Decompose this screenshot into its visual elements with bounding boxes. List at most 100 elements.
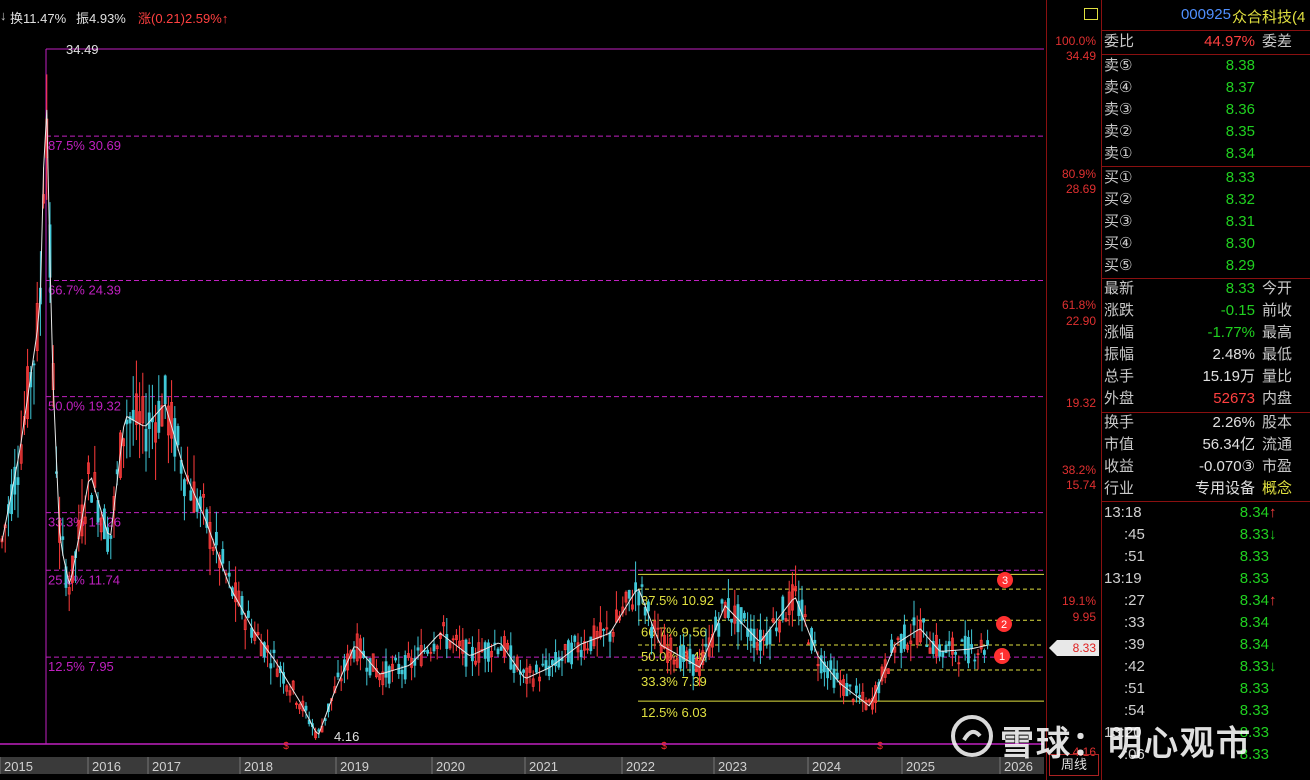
candle-body	[557, 657, 561, 668]
topbar-change: 涨(0.21)2.59%↑	[138, 11, 229, 26]
candle-body	[637, 591, 641, 606]
candle-body	[768, 629, 772, 645]
candle-body	[903, 624, 906, 649]
tick-time: :39	[1124, 636, 1145, 653]
marker-label: 3	[1002, 575, 1008, 587]
tick-row: :33 8.34	[1102, 612, 1310, 634]
kline-svg[interactable]: 87.5% 30.6966.7% 24.3950.0% 19.3233.3% 1…	[0, 0, 1046, 780]
row-label: 卖②	[1104, 123, 1133, 140]
candle-body	[634, 582, 637, 592]
tick-row: :42 8.33 ↓	[1102, 656, 1310, 678]
quote-row: 振幅 2.48% 最低	[1102, 344, 1310, 366]
marker-label: 1	[999, 651, 1005, 663]
low-label: 4.16	[334, 729, 359, 744]
row-label: 换手	[1104, 414, 1135, 431]
tick-arrow: ↓	[1269, 526, 1277, 543]
candle-body	[214, 531, 218, 546]
candle-body	[221, 548, 225, 564]
row-value: 8.35	[1225, 123, 1255, 140]
candle-body	[541, 663, 545, 666]
fib-label-main: 87.5% 30.69	[48, 138, 121, 153]
quote-row: 外盘 52673 内盘	[1102, 388, 1310, 410]
high-label: 34.49	[66, 42, 99, 57]
fib-label-sub: 33.3% 7.39	[641, 674, 707, 689]
candle-body	[743, 612, 746, 619]
candle-body	[304, 705, 308, 711]
row-label: 买①	[1104, 169, 1133, 186]
s-mark: $	[283, 741, 289, 752]
row-value: 8.29	[1225, 257, 1255, 274]
candle-body	[246, 610, 250, 618]
buy-level: 买① 8.33	[1102, 167, 1310, 189]
year-label: 2021	[529, 759, 558, 774]
axis-label: 9.95	[1072, 610, 1096, 624]
candle-body	[589, 636, 593, 652]
candle-body	[640, 584, 644, 587]
row-label: 市值	[1104, 436, 1135, 453]
tick-time: :45	[1124, 526, 1145, 543]
fib-label-main: 12.5% 7.95	[48, 659, 114, 674]
axis-label: 28.69	[1065, 182, 1096, 196]
fundamental-row: 市值 56.34亿 流通	[1102, 434, 1310, 456]
candle-body	[486, 642, 490, 662]
row-label: 收益	[1104, 458, 1135, 475]
tick-row: 13:19 8.33	[1102, 568, 1310, 590]
row-value: 52673	[1213, 390, 1255, 407]
tick-price: 8.34	[1239, 504, 1269, 521]
axis-label: 19.32	[1065, 396, 1096, 410]
candle-body	[512, 664, 516, 673]
candle-body	[650, 627, 653, 639]
axis-label: 80.9%	[1061, 167, 1096, 181]
tick-price: 8.34	[1239, 636, 1269, 653]
candle-body	[384, 661, 388, 678]
candle-body	[775, 627, 778, 632]
topbar-amplitude: 振4.93%	[76, 11, 126, 26]
row-ext: 股本	[1262, 414, 1293, 431]
candle-body	[182, 479, 186, 497]
tick-arrow: ↑	[1269, 504, 1277, 521]
fib-label-main: 50.0% 19.32	[48, 399, 121, 414]
candle-body	[967, 636, 970, 664]
buy-level: 买③ 8.31	[1102, 211, 1310, 233]
row-ext: 概念	[1262, 480, 1293, 497]
candle-body	[704, 643, 708, 647]
candle-body	[131, 409, 135, 421]
year-label: 2025	[906, 759, 935, 774]
row-label: 买②	[1104, 191, 1133, 208]
candle-body	[522, 669, 525, 673]
sell-level: 卖③ 8.36	[1102, 99, 1310, 121]
s-mark: $	[661, 741, 667, 752]
candle-body	[749, 628, 753, 641]
weibi-value: 44.97%	[1204, 33, 1255, 50]
candle-body	[567, 640, 570, 663]
candle-body	[832, 668, 836, 688]
row-value: 8.38	[1225, 57, 1255, 74]
candle-body	[365, 667, 369, 672]
candle-body	[730, 618, 733, 623]
tick-row: :51 8.33	[1102, 546, 1310, 568]
candle-body	[947, 641, 951, 647]
candle-body	[61, 536, 65, 540]
row-value: 8.37	[1225, 79, 1255, 96]
candle-body	[960, 639, 964, 642]
tick-time: 13:18	[1104, 504, 1142, 521]
candle-body	[986, 640, 989, 646]
candle-body	[483, 642, 487, 659]
candle-body	[963, 635, 967, 655]
topbar-arrow: ↓	[0, 8, 7, 23]
snowball-logo-icon	[951, 715, 993, 757]
fib-label-sub: 87.5% 10.92	[641, 593, 714, 608]
row-ext: 最低	[1262, 346, 1293, 363]
candle-body	[720, 599, 724, 604]
candle-body	[445, 634, 449, 649]
tick-price: 8.34	[1239, 614, 1269, 631]
panel-toggle-icon[interactable]	[1084, 8, 1098, 20]
candle-body	[627, 589, 631, 599]
tick-price: 8.33	[1239, 680, 1269, 697]
axis-label: 34.49	[1065, 49, 1096, 63]
tick-time: :27	[1124, 592, 1145, 609]
candle-body	[973, 659, 977, 662]
kline-chart[interactable]: 87.5% 30.69 66.7% 24.39 50.0% 19.32 33.3% 1…	[0, 0, 1046, 780]
weibi-row: 委比 44.97% 委差	[1102, 31, 1310, 53]
fib-label-main: 25.0% 11.74	[48, 572, 120, 587]
